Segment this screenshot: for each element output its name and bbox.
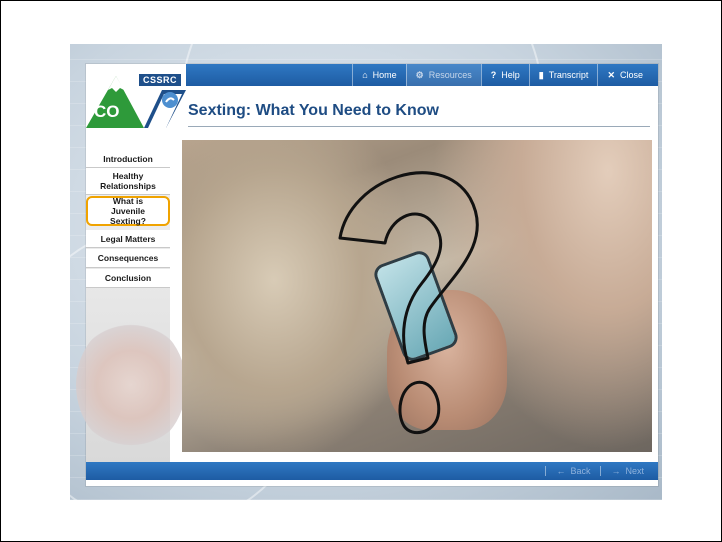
sidebar-nav: Introduction Healthy Relationships What … <box>76 150 186 462</box>
help-icon: ? <box>490 70 497 80</box>
top-toolbar: ⌂ Home ⚙ Resources ? Help ▮ Transcript ✕… <box>186 64 658 86</box>
hero-photo <box>182 140 652 452</box>
resources-label: Resources <box>428 70 472 80</box>
home-icon: ⌂ <box>362 70 368 80</box>
sidebar-item-introduction[interactable]: Introduction <box>86 150 170 168</box>
help-button[interactable]: ? Help <box>480 64 529 86</box>
cssrc-logo: CSSRC CO <box>86 70 186 130</box>
sidebar-item-legal-matters[interactable]: Legal Matters <box>86 230 170 248</box>
transcript-icon: ▮ <box>538 69 544 80</box>
next-arrow-icon: → <box>611 466 621 476</box>
course-window: CSSRC CO ⌂ Home ⚙ Resources ? Help ▮ Tra… <box>76 64 658 486</box>
question-mark-icon <box>338 171 479 435</box>
logo-state-text: CO <box>94 102 120 121</box>
next-label: Next <box>625 466 644 476</box>
transcript-label: Transcript <box>548 70 589 80</box>
sidebar-item-label: Healthy Relationships <box>100 171 156 191</box>
title-divider <box>188 126 650 127</box>
sidebar-item-label: Legal Matters <box>100 233 156 244</box>
back-arrow-icon: ← <box>556 466 566 476</box>
sidebar-item-healthy-relationships[interactable]: Healthy Relationships <box>86 168 170 195</box>
help-label: Help <box>501 70 520 80</box>
sidebar-item-consequences[interactable]: Consequences <box>86 249 170 268</box>
colorado-seal-graphic <box>76 320 186 450</box>
close-label: Close <box>619 70 643 80</box>
resources-button[interactable]: ⚙ Resources <box>405 64 481 86</box>
home-button[interactable]: ⌂ Home <box>352 64 405 86</box>
next-button[interactable]: → Next <box>600 466 654 476</box>
close-button[interactable]: ✕ Close <box>597 64 652 86</box>
sidebar-item-conclusion[interactable]: Conclusion <box>86 269 170 288</box>
back-button[interactable]: ← Back <box>545 466 600 476</box>
home-label: Home <box>372 70 397 80</box>
transcript-button[interactable]: ▮ Transcript <box>528 64 598 86</box>
sidebar-item-label: What is Juvenile Sexting? <box>110 196 146 226</box>
sidebar-item-juvenile-sexting[interactable]: What is Juvenile Sexting? <box>86 196 170 226</box>
gear-icon: ⚙ <box>415 69 424 80</box>
logo-org-text: CSSRC <box>139 74 182 86</box>
bottom-nav-bar: ← Back → Next <box>86 462 658 480</box>
page-title: Sexting: What You Need to Know <box>188 102 439 119</box>
close-icon: ✕ <box>607 69 615 80</box>
sidebar-item-label: Conclusion <box>104 273 152 283</box>
back-label: Back <box>570 466 591 476</box>
sidebar-item-label: Introduction <box>103 153 153 164</box>
sidebar-item-label: Consequences <box>97 253 159 263</box>
